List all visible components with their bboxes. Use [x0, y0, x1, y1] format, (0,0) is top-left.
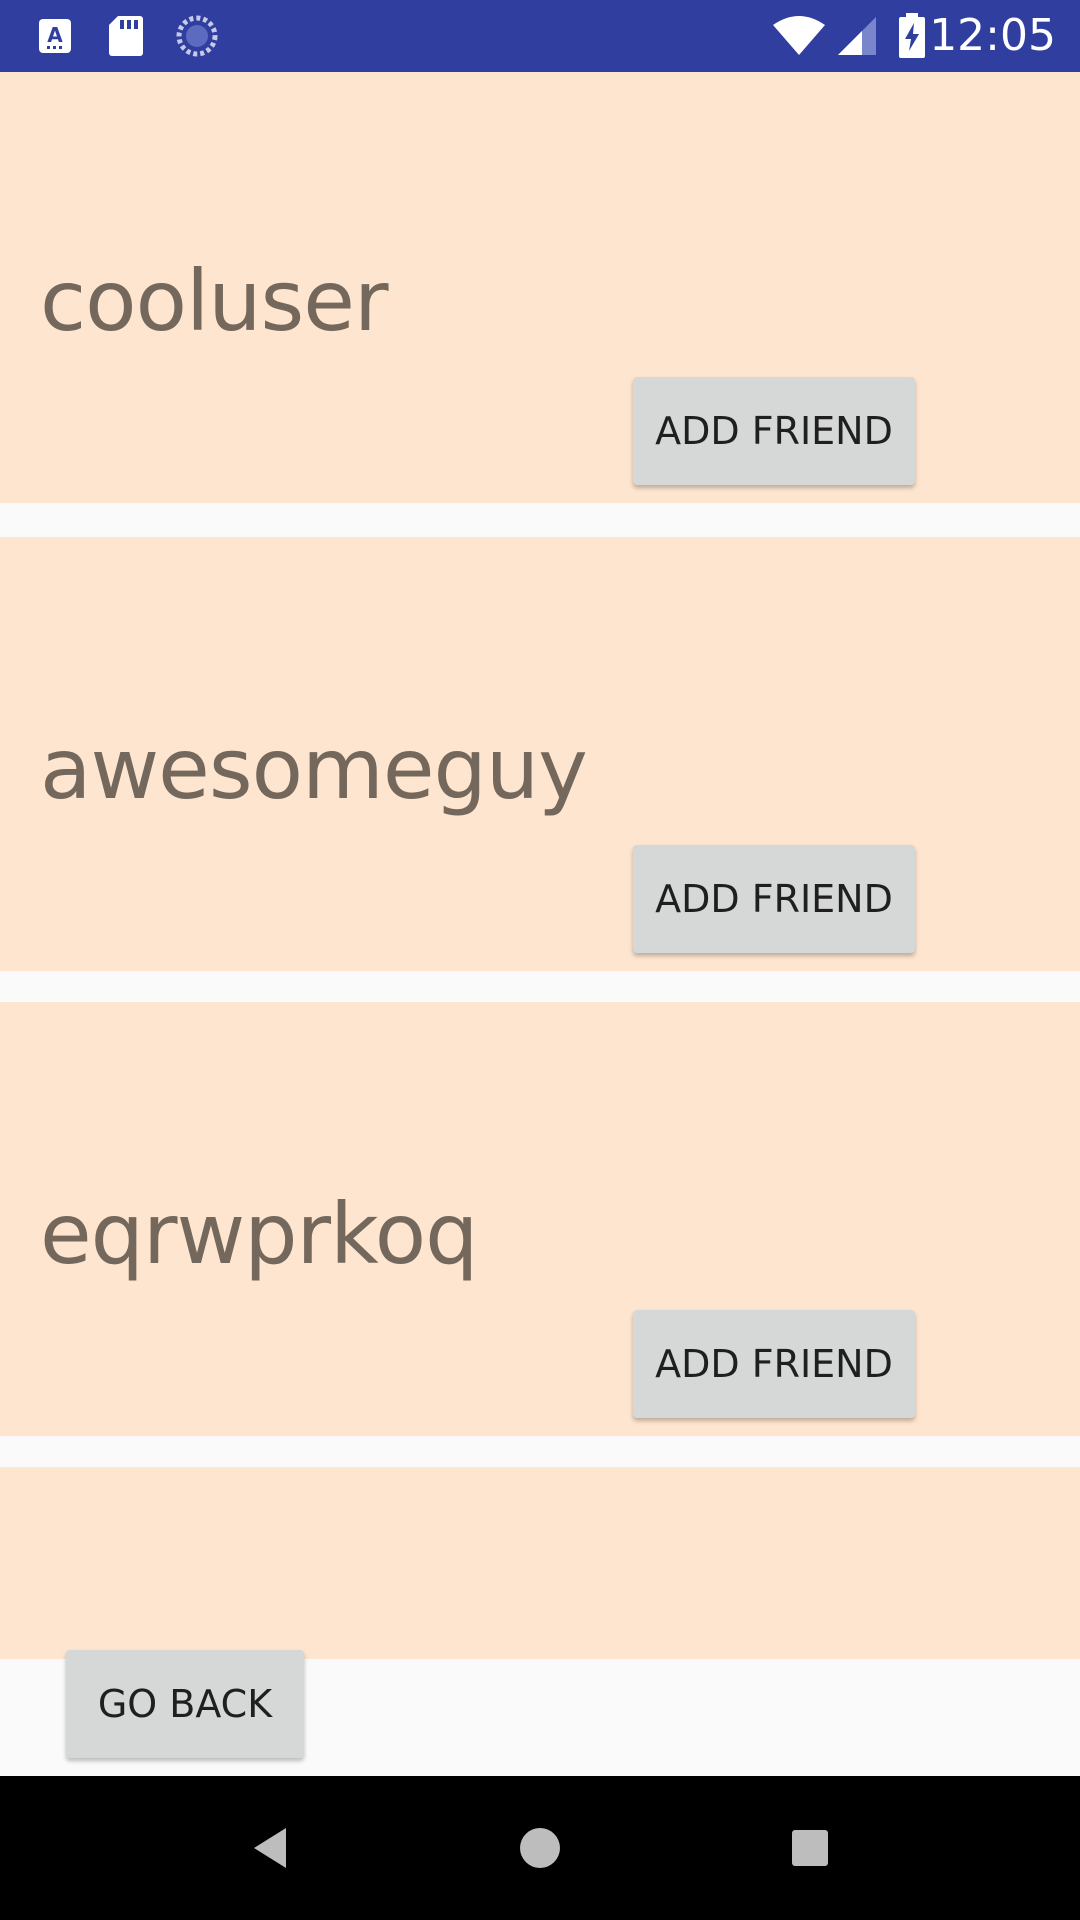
status-time: 12:05	[929, 10, 1056, 61]
friend-search-results[interactable]: cooluser ADD FRIEND awesomeguy ADD FRIEN…	[0, 72, 1080, 1776]
sync-icon	[176, 0, 218, 72]
back-icon[interactable]	[210, 1776, 330, 1920]
add-friend-button[interactable]: ADD FRIEND	[633, 377, 915, 485]
user-card: awesomeguy ADD FRIEND	[0, 537, 1080, 971]
username: awesomeguy	[40, 720, 588, 818]
status-bar: A 12:05	[0, 0, 1080, 72]
username: eqrwprkoq	[40, 1185, 478, 1283]
text-input-icon: A	[38, 0, 72, 72]
add-friend-button[interactable]: ADD FRIEND	[633, 845, 915, 953]
go-back-button[interactable]: GO BACK	[66, 1650, 304, 1758]
navigation-bar	[0, 1776, 1080, 1920]
user-card-partial	[0, 1467, 1080, 1659]
recents-icon[interactable]	[750, 1776, 870, 1920]
user-card: eqrwprkoq ADD FRIEND	[0, 1002, 1080, 1436]
svg-text:A: A	[47, 23, 63, 47]
cell-signal-icon	[836, 0, 878, 72]
home-icon[interactable]	[480, 1776, 600, 1920]
username: cooluser	[40, 252, 389, 350]
battery-charging-icon	[898, 0, 926, 72]
add-friend-button[interactable]: ADD FRIEND	[633, 1310, 915, 1418]
wifi-icon	[772, 0, 826, 72]
user-card: cooluser ADD FRIEND	[0, 72, 1080, 503]
sd-card-icon	[108, 0, 144, 72]
